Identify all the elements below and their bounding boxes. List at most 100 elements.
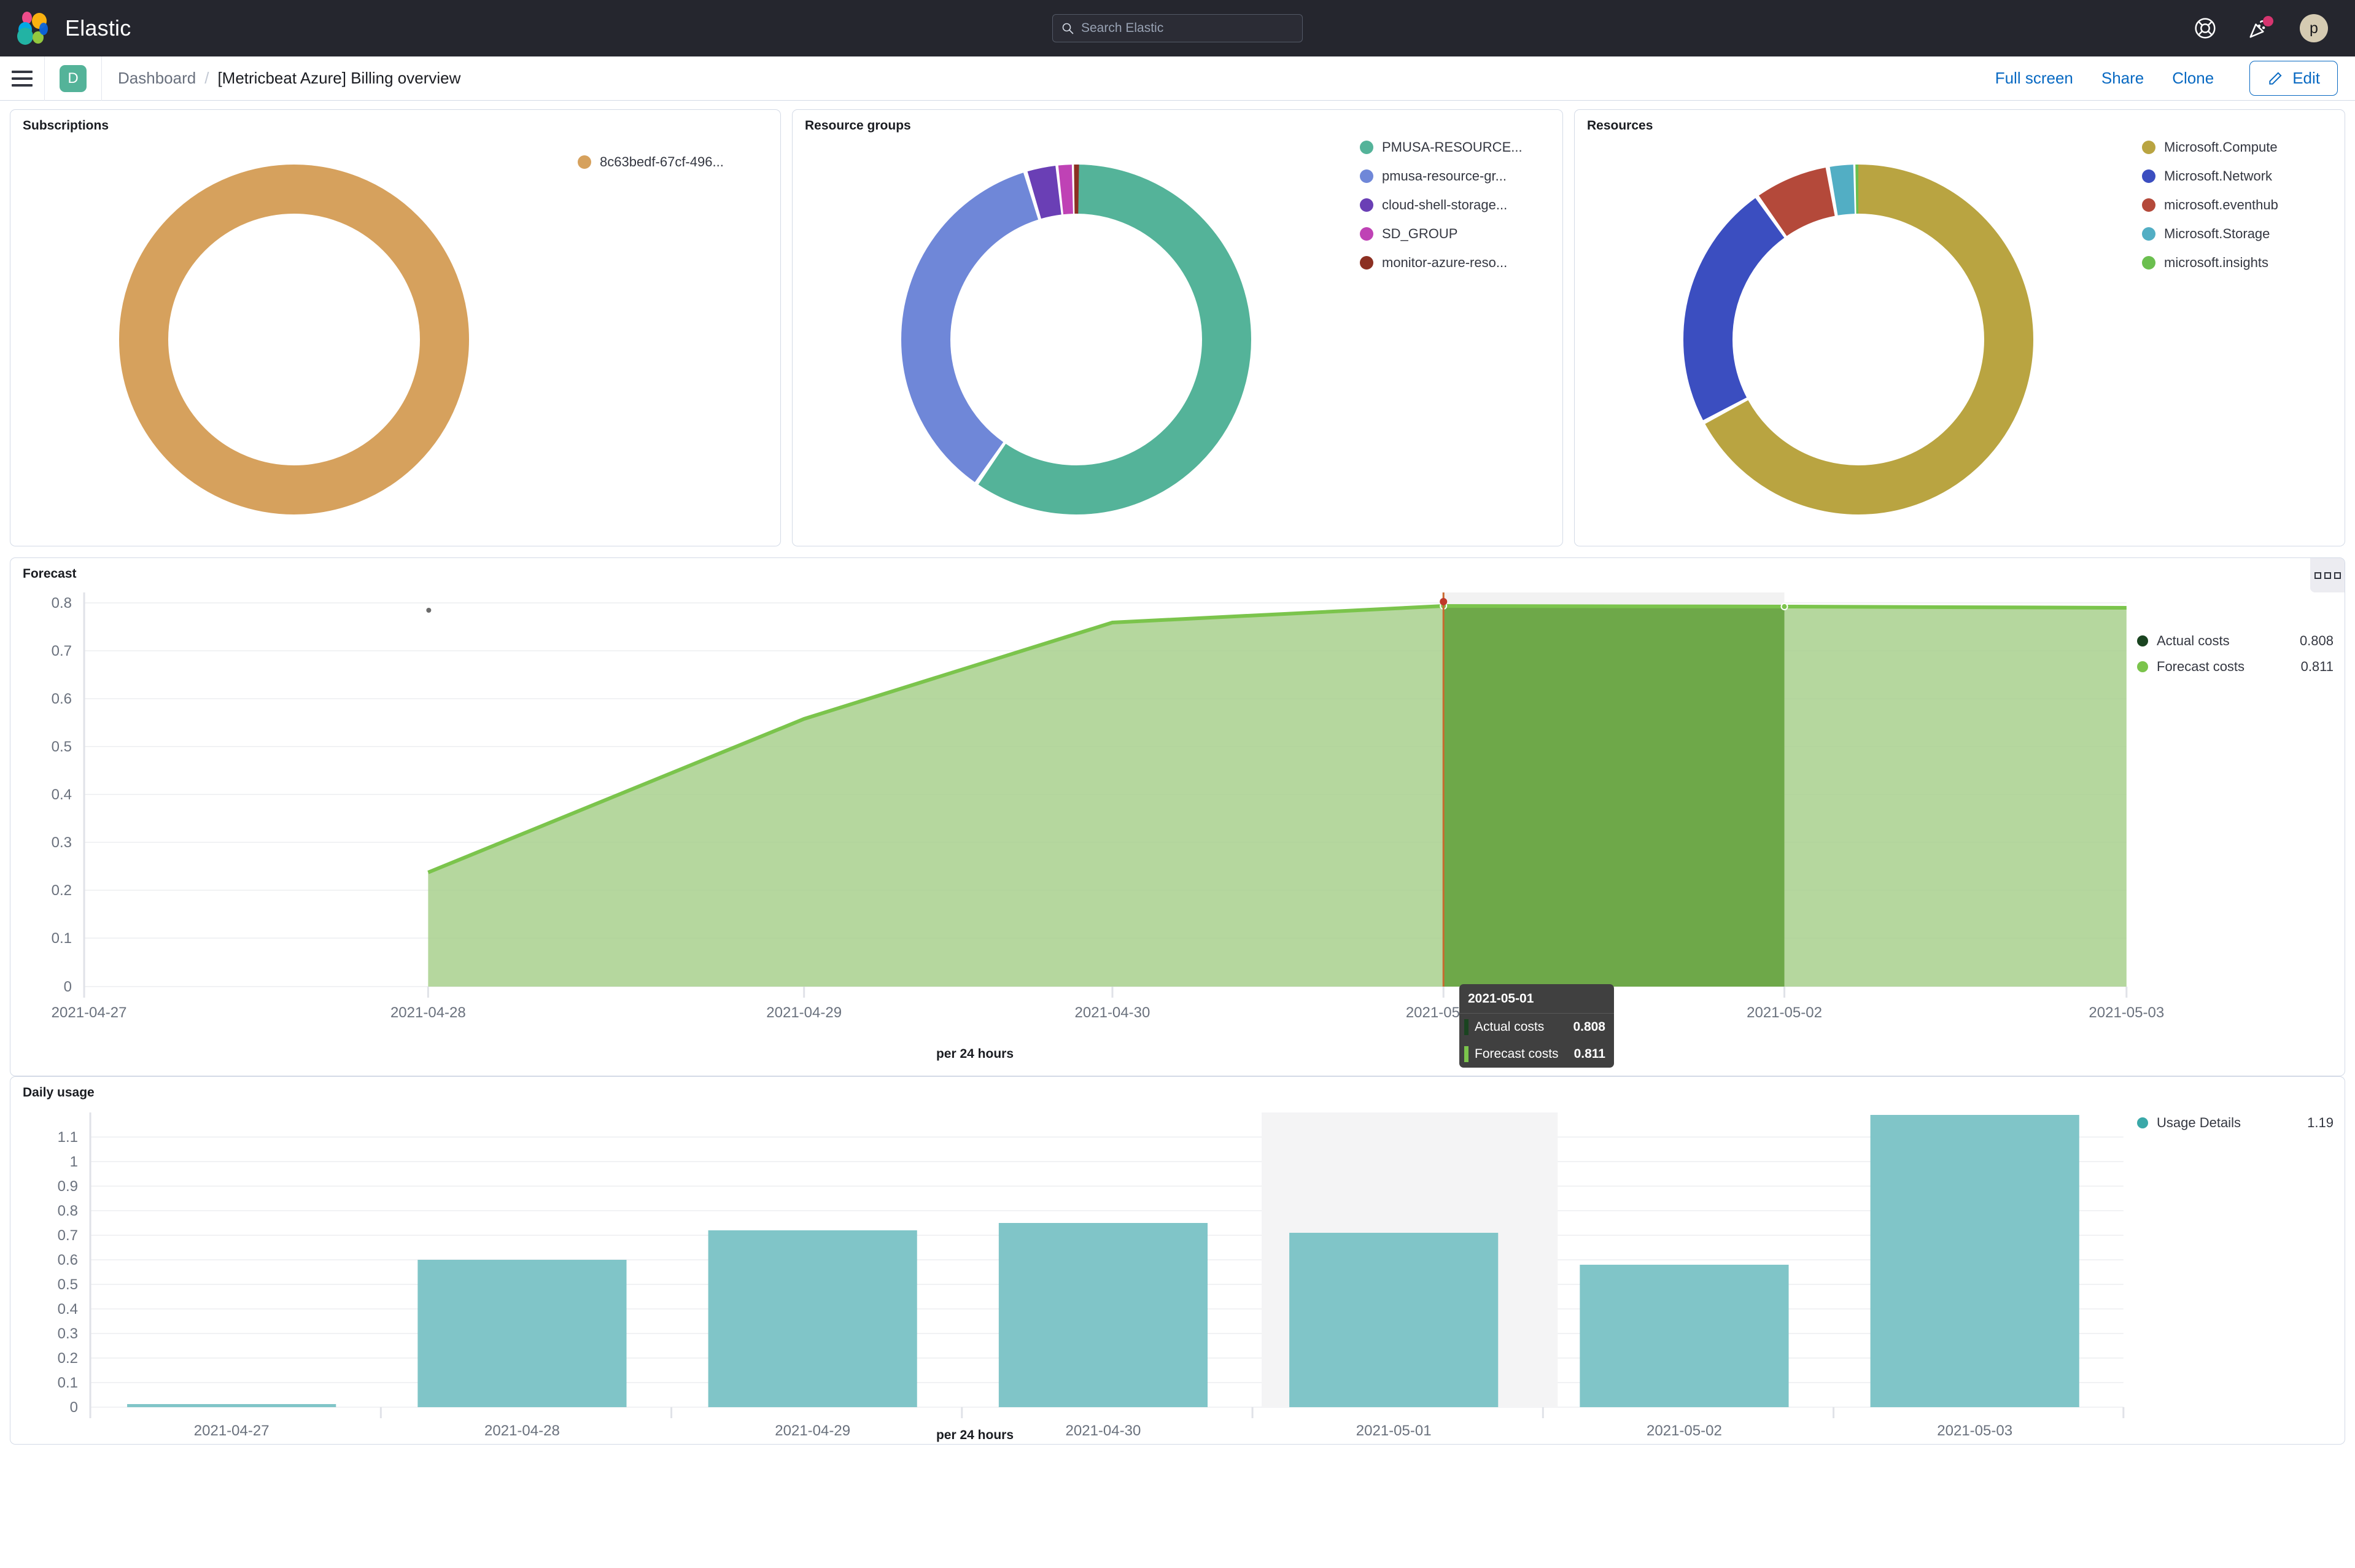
legend-label: microsoft.insights xyxy=(2164,255,2268,271)
bar xyxy=(1580,1265,1788,1407)
bar xyxy=(127,1404,336,1407)
panel-title: Forecast xyxy=(10,558,2345,581)
svg-text:0.4: 0.4 xyxy=(52,786,72,803)
y-tick: 0.3 xyxy=(58,1325,78,1342)
search-input[interactable]: Search Elastic xyxy=(1052,14,1303,42)
breadcrumb-bar: D Dashboard / [Metricbeat Azure] Billing… xyxy=(0,56,2355,101)
edit-button-label: Edit xyxy=(2292,69,2320,88)
legend-item[interactable]: microsoft.insights xyxy=(2142,255,2337,271)
y-tick: 0.9 xyxy=(58,1178,78,1195)
forecast-chart[interactable]: 0.8 0.7 0.6 0.5 0.4 0.3 0.2 0.1 0 xyxy=(10,581,2345,1066)
y-tick: 1.1 xyxy=(58,1129,78,1146)
legend-label: Microsoft.Network xyxy=(2164,168,2272,184)
menu-hamburger-icon[interactable] xyxy=(0,71,44,87)
help-lifebuoy-icon[interactable] xyxy=(2192,15,2219,42)
daily-usage-svg: 1.1 1 0.9 0.8 0.7 0.6 0.5 0.4 0.3 0.2 0.… xyxy=(10,1100,2345,1444)
news-confetti-icon[interactable] xyxy=(2246,15,2273,42)
x-tick: 2021-04-27 xyxy=(52,1004,127,1021)
header-actions: p xyxy=(2192,14,2355,42)
legend-swatch xyxy=(2142,227,2155,241)
donut-chart xyxy=(1662,149,2055,530)
divider xyxy=(44,56,45,101)
y-tick: 0.5 xyxy=(58,1276,78,1293)
space-avatar[interactable]: D xyxy=(60,65,87,92)
forecast-svg: 0.8 0.7 0.6 0.5 0.4 0.3 0.2 0.1 0 xyxy=(10,581,2345,1066)
y-tick: 0.2 xyxy=(58,1350,78,1367)
global-header: Elastic Search Elastic xyxy=(0,0,2355,56)
x-tick: 2021-04-28 xyxy=(390,1004,466,1021)
subscriptions-legend: 8c63bedf-67cf-496... xyxy=(578,133,780,183)
legend-swatch xyxy=(578,155,591,169)
legend-swatch xyxy=(1360,141,1373,154)
svg-text:0.1: 0.1 xyxy=(52,930,72,947)
tooltip-label: Actual costs xyxy=(1475,1020,1567,1034)
legend-label: SD_GROUP xyxy=(1382,226,1457,242)
x-tick: 2021-05-03 xyxy=(2089,1004,2164,1021)
legend-item[interactable]: Usage Details 1.19 xyxy=(2137,1115,2334,1131)
legend-item[interactable]: PMUSA-RESOURCE... xyxy=(1360,139,1555,155)
legend-item[interactable]: SD_GROUP xyxy=(1360,226,1555,242)
x-tick: 2021-04-29 xyxy=(766,1004,842,1021)
edit-button[interactable]: Edit xyxy=(2249,61,2338,96)
legend-item[interactable]: Microsoft.Storage xyxy=(2142,226,2337,242)
bar xyxy=(708,1230,917,1407)
panel-title: Resources xyxy=(1575,110,2345,133)
subscriptions-donut[interactable] xyxy=(10,149,578,530)
svg-text:0.2: 0.2 xyxy=(52,882,72,899)
svg-text:0.7: 0.7 xyxy=(52,643,72,659)
avatar[interactable]: p xyxy=(2300,14,2328,42)
legend-item[interactable]: Microsoft.Compute xyxy=(2142,139,2337,155)
legend-item[interactable]: Actual costs 0.808 xyxy=(2137,633,2334,649)
forecast-legend: Actual costs 0.808 Forecast costs 0.811 xyxy=(2137,633,2334,685)
resource-groups-donut[interactable] xyxy=(793,149,1360,530)
panel-resource-groups: Resource groups xyxy=(792,109,1563,546)
global-search[interactable]: Search Elastic xyxy=(1052,14,1303,42)
donut-chart xyxy=(98,149,491,530)
legend-swatch xyxy=(2137,635,2148,646)
y-tick: 0.7 xyxy=(58,1227,78,1244)
full-screen-button[interactable]: Full screen xyxy=(1995,69,2073,88)
legend-item[interactable]: Microsoft.Network xyxy=(2142,168,2337,184)
svg-text:0.5: 0.5 xyxy=(52,739,72,755)
y-tick: 0.8 xyxy=(58,1203,78,1219)
notification-badge xyxy=(2263,16,2273,26)
legend-item[interactable]: microsoft.eventhub xyxy=(2142,197,2337,213)
legend-label: Usage Details xyxy=(2157,1115,2307,1131)
brand[interactable]: Elastic xyxy=(0,12,131,45)
legend-item[interactable]: 8c63bedf-67cf-496... xyxy=(578,154,773,170)
legend-swatch xyxy=(1360,256,1373,270)
legend-swatch xyxy=(2142,169,2155,183)
panel-resources: Resources xyxy=(1574,109,2345,546)
tooltip-title: 2021-05-01 xyxy=(1459,984,1614,1014)
daily-usage-chart[interactable]: 1.1 1 0.9 0.8 0.7 0.6 0.5 0.4 0.3 0.2 0.… xyxy=(10,1100,2345,1444)
legend-item[interactable]: monitor-azure-reso... xyxy=(1360,255,1555,271)
y-tick: 0.6 xyxy=(58,1252,78,1268)
svg-text:0.8: 0.8 xyxy=(52,595,72,611)
tooltip-value: 0.811 xyxy=(1574,1047,1605,1062)
legend-label: Forecast costs xyxy=(2157,659,2301,675)
tooltip-swatch xyxy=(1464,1046,1468,1062)
clone-button[interactable]: Clone xyxy=(2172,69,2214,88)
share-button[interactable]: Share xyxy=(2101,69,2144,88)
breadcrumb-dashboard[interactable]: Dashboard xyxy=(118,69,196,88)
divider xyxy=(101,56,102,101)
legend-item[interactable]: cloud-shell-storage... xyxy=(1360,197,1555,213)
legend-label: Microsoft.Compute xyxy=(2164,139,2278,155)
tooltip-row: Actual costs 0.808 xyxy=(1459,1014,1614,1041)
resource-groups-legend: PMUSA-RESOURCE... pmusa-resource-gr... c… xyxy=(1360,133,1562,284)
breadcrumb: Dashboard / [Metricbeat Azure] Billing o… xyxy=(118,69,460,88)
legend-value: 1.19 xyxy=(2307,1115,2334,1131)
legend-value: 0.811 xyxy=(2301,659,2334,675)
legend-item[interactable]: Forecast costs 0.811 xyxy=(2137,659,2334,675)
resources-donut[interactable] xyxy=(1575,149,2142,530)
legend-swatch xyxy=(1360,227,1373,241)
legend-label: pmusa-resource-gr... xyxy=(1382,168,1507,184)
dashboard-actions: Full screen Share Clone Edit xyxy=(1995,61,2338,96)
bar xyxy=(1871,1115,2079,1407)
resources-legend: Microsoft.Compute Microsoft.Network micr… xyxy=(2142,133,2345,284)
bar xyxy=(999,1223,1208,1407)
x-axis-label: per 24 hours xyxy=(10,1047,1939,1062)
y-tick: 0 xyxy=(70,1399,78,1416)
panel-subscriptions: Subscriptions 8c63bedf-67cf-496... xyxy=(10,109,781,546)
legend-item[interactable]: pmusa-resource-gr... xyxy=(1360,168,1555,184)
